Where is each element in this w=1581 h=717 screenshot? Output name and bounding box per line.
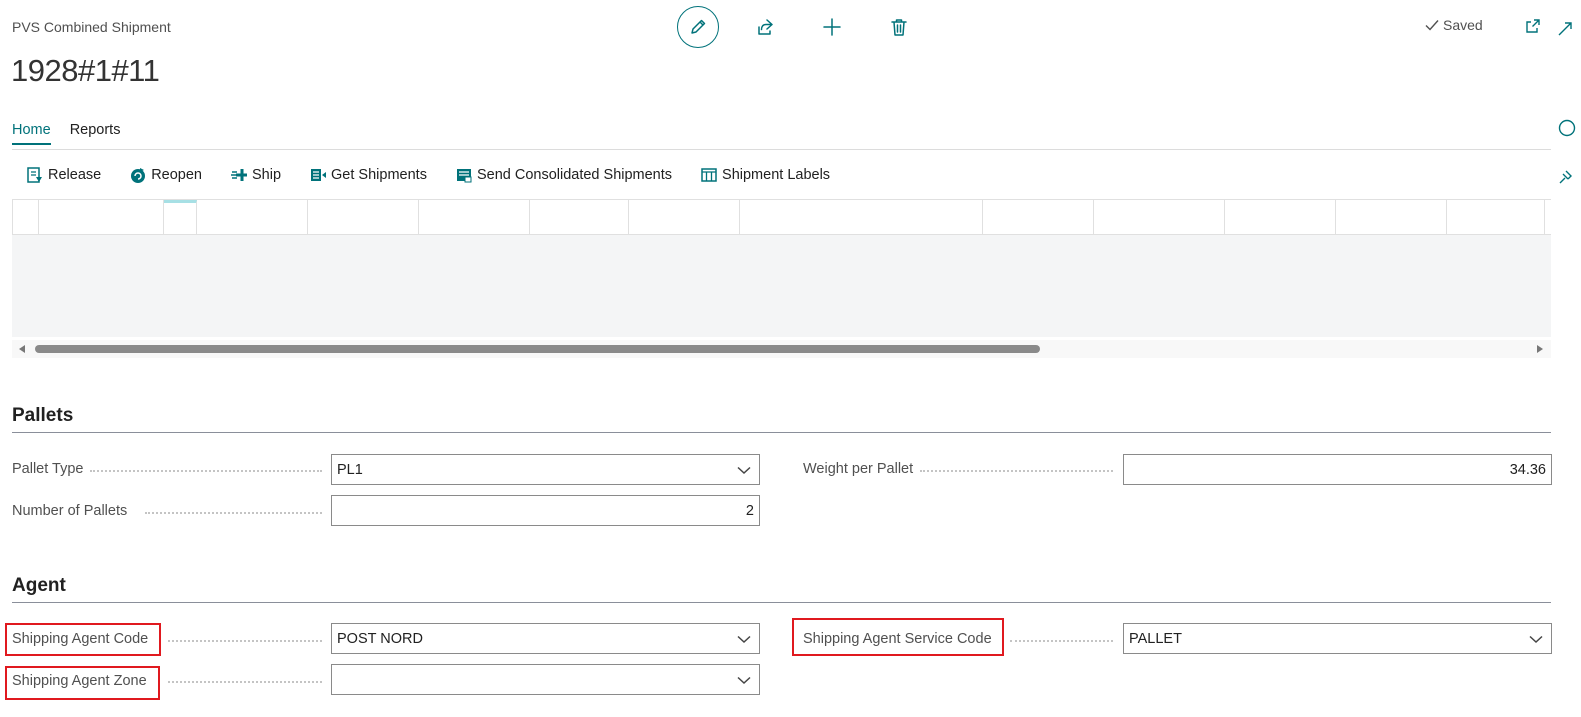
grid-column[interactable] <box>39 200 164 234</box>
edit-button[interactable] <box>677 5 719 48</box>
grid-column[interactable] <box>1336 200 1447 234</box>
grid-column[interactable] <box>1447 200 1545 234</box>
scroll-left-arrow[interactable] <box>19 345 25 353</box>
shipping-agent-service-code-highlight <box>792 618 1004 656</box>
grid-column[interactable] <box>530 200 629 234</box>
pallet-type-dots <box>90 470 322 472</box>
grid-column[interactable] <box>629 200 740 234</box>
lines-grid-header <box>12 199 1551 235</box>
delete-button[interactable] <box>878 6 920 48</box>
grid-column[interactable] <box>983 200 1094 234</box>
number-of-pallets-value: 2 <box>745 502 754 519</box>
agent-section-divider <box>12 602 1551 603</box>
shipping-agent-service-code-value: PALLET <box>1129 630 1182 647</box>
agent-section-title: Agent <box>12 575 66 596</box>
ship-label: Ship <box>252 167 282 183</box>
shipping-agent-code-highlight <box>5 623 161 656</box>
number-of-pallets-label: Number of Pallets <box>12 503 132 519</box>
tab-reports[interactable]: Reports <box>70 119 121 145</box>
chevron-down-icon[interactable] <box>1529 632 1543 646</box>
shipping-agent-zone-dots <box>168 681 322 683</box>
collapse-button[interactable] <box>1556 20 1574 38</box>
get-shipments-button[interactable]: Get Shipments <box>309 166 427 184</box>
info-icon <box>1558 119 1576 137</box>
send-shipments-icon <box>456 169 472 183</box>
shipping-agent-service-code-field[interactable]: PALLET <box>1123 623 1552 654</box>
pin-button[interactable] <box>1557 167 1575 185</box>
checkmark-icon <box>1425 20 1439 31</box>
grid-column[interactable] <box>1094 200 1225 234</box>
grid-column[interactable] <box>308 200 419 234</box>
open-in-new-window-icon <box>1526 19 1540 33</box>
scroll-right-arrow[interactable] <box>1537 345 1543 353</box>
shipping-agent-code-field[interactable]: POST NORD <box>331 623 760 654</box>
send-consolidated-shipments-label: Send Consolidated Shipments <box>476 167 673 183</box>
tab-home[interactable]: Home <box>12 119 51 145</box>
share-icon <box>758 18 773 35</box>
delete-icon <box>891 18 907 36</box>
grid-column[interactable] <box>419 200 530 234</box>
add-icon <box>823 17 841 36</box>
grid-column[interactable] <box>197 200 308 234</box>
shipping-agent-code-dots <box>168 640 322 642</box>
page-caption: PVS Combined Shipment <box>12 19 171 35</box>
horizontal-scrollbar[interactable] <box>12 340 1551 358</box>
collapse-arrow-icon <box>1558 22 1572 36</box>
release-button[interactable]: Release <box>26 166 101 184</box>
shipping-agent-zone-highlight <box>5 666 160 700</box>
number-of-pallets-field[interactable]: 2 <box>331 495 760 526</box>
page-title: 1928#1#11 <box>11 53 160 88</box>
get-shipments-icon <box>311 169 327 181</box>
shipment-labels-button[interactable]: Shipment Labels <box>700 166 830 184</box>
send-consolidated-shipments-button[interactable]: Send Consolidated Shipments <box>455 166 672 184</box>
weight-per-pallet-field[interactable]: 34.36 <box>1123 454 1552 485</box>
scroll-thumb[interactable] <box>35 345 1040 353</box>
info-button[interactable] <box>1558 119 1576 137</box>
tab-divider <box>12 149 1551 150</box>
new-button[interactable] <box>811 6 853 48</box>
number-of-pallets-dots <box>145 512 322 514</box>
pallet-type-label: Pallet Type <box>12 461 88 477</box>
saved-status: Saved <box>1424 17 1483 33</box>
pallets-section-divider <box>12 432 1551 433</box>
shipment-labels-label: Shipment Labels <box>722 167 831 183</box>
reopen-label: Reopen <box>151 167 202 183</box>
get-shipments-label: Get Shipments <box>331 167 427 183</box>
grid-column[interactable] <box>13 200 39 234</box>
grid-column-selected[interactable] <box>164 200 197 234</box>
shipping-agent-service-code-dots <box>1010 640 1113 642</box>
grid-column[interactable] <box>740 200 983 234</box>
chevron-down-icon[interactable] <box>737 463 751 477</box>
share-button[interactable] <box>744 6 786 48</box>
pallet-type-value: PL1 <box>337 461 363 478</box>
release-icon <box>27 167 42 183</box>
pallets-section-title: Pallets <box>12 405 74 426</box>
ship-button[interactable]: Ship <box>230 166 281 184</box>
edit-icon <box>691 19 706 34</box>
chevron-down-icon[interactable] <box>737 632 751 646</box>
open-new-window-button[interactable] <box>1524 17 1542 35</box>
page-tabs: Home Reports <box>12 119 120 145</box>
action-toolbar: Release Reopen Ship Get Shipments Send C… <box>26 160 858 190</box>
ship-icon <box>231 169 247 181</box>
chevron-down-icon[interactable] <box>737 673 751 687</box>
release-label: Release <box>48 167 102 183</box>
top-actions <box>677 5 920 48</box>
reopen-icon <box>131 168 146 183</box>
grid-column[interactable] <box>1225 200 1336 234</box>
saved-label: Saved <box>1443 17 1483 33</box>
columns-icon <box>701 168 717 182</box>
weight-per-pallet-value: 34.36 <box>1509 461 1546 478</box>
shipping-agent-zone-field[interactable] <box>331 664 760 695</box>
shipping-agent-code-value: POST NORD <box>337 630 423 647</box>
weight-per-pallet-label: Weight per Pallet <box>803 461 918 477</box>
pallet-type-field[interactable]: PL1 <box>331 454 760 485</box>
lines-grid-body <box>12 235 1551 337</box>
pin-icon <box>1559 170 1572 184</box>
weight-per-pallet-dots <box>920 470 1113 472</box>
reopen-button[interactable]: Reopen <box>129 166 202 184</box>
